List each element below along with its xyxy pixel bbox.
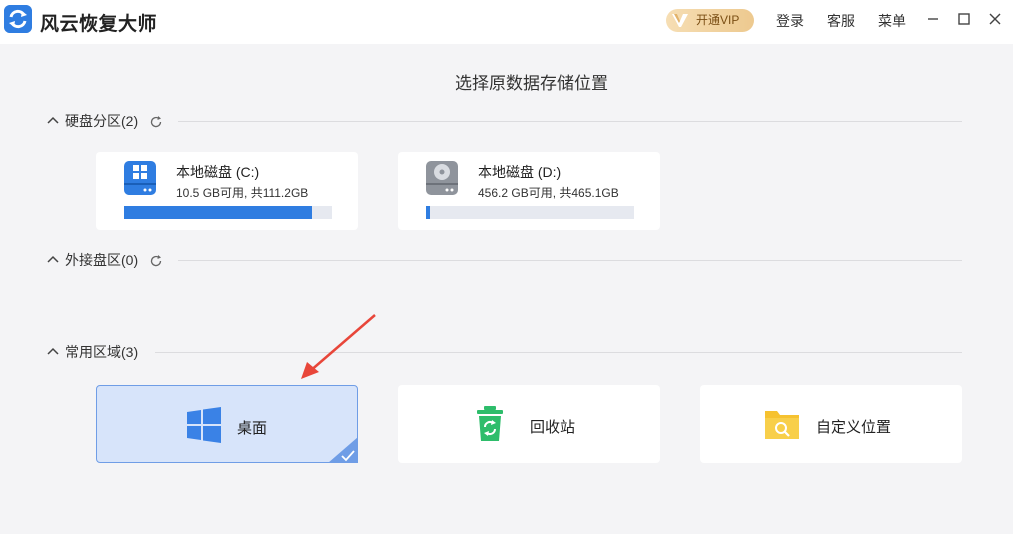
location-recycle-bin[interactable]: 回收站: [398, 385, 660, 463]
page-title: 选择原数据存储位置: [455, 74, 608, 93]
windows-drive-icon: [124, 161, 156, 195]
drive-size: 10.5 GB可用, 共111.2GB: [176, 186, 309, 200]
annotation-arrow: [301, 314, 376, 379]
drive-name: 本地磁盘 (C:): [176, 164, 260, 180]
drive-card-c[interactable]: 本地磁盘 (C:) 10.5 GB可用, 共111.2GB: [96, 152, 358, 230]
vip-label: 开通VIP: [696, 13, 740, 27]
minimize-icon[interactable]: [925, 11, 941, 27]
location-label: 自定义位置: [816, 419, 892, 436]
refresh-icon[interactable]: [149, 115, 163, 129]
drive-size: 456.2 GB可用, 共465.1GB: [478, 186, 619, 200]
section-disk-header[interactable]: 硬盘分区(2): [46, 111, 176, 131]
drive-usage-bar: [426, 206, 634, 219]
location-label: 回收站: [530, 419, 576, 436]
drive-usage-fill: [426, 206, 430, 219]
section-divider: [178, 121, 962, 122]
section-external-label: 外接盘区(0): [65, 252, 139, 268]
chevron-up-icon: [47, 116, 59, 124]
refresh-icon[interactable]: [149, 254, 163, 268]
service-button[interactable]: 客服: [827, 11, 855, 31]
checkmark-icon: [328, 437, 358, 463]
drive-usage-bar: [124, 206, 332, 219]
hard-drive-icon: [426, 161, 458, 195]
section-divider: [155, 352, 962, 353]
section-common-header[interactable]: 常用区域(3): [46, 342, 156, 362]
location-custom[interactable]: 自定义位置: [700, 385, 962, 463]
login-button[interactable]: 登录: [776, 11, 804, 31]
location-label: 桌面: [237, 420, 268, 437]
title-bar: 风云恢复大师 开通VIP 登录 客服 菜单: [0, 0, 1013, 44]
windows-icon: [187, 407, 221, 443]
drive-card-d[interactable]: 本地磁盘 (D:) 456.2 GB可用, 共465.1GB: [398, 152, 660, 230]
maximize-icon[interactable]: [956, 11, 972, 27]
drive-name: 本地磁盘 (D:): [478, 164, 562, 180]
app-title: 风云恢复大师: [40, 14, 158, 35]
folder-search-icon: [765, 411, 799, 439]
vip-badge-icon: [672, 14, 688, 27]
chevron-up-icon: [47, 347, 59, 355]
drive-usage-fill: [124, 206, 313, 219]
vip-button[interactable]: 开通VIP: [666, 9, 754, 32]
section-disk-label: 硬盘分区(2): [65, 113, 139, 129]
menu-button[interactable]: 菜单: [878, 11, 906, 31]
recycle-bin-icon: [477, 406, 503, 441]
close-icon[interactable]: [987, 11, 1003, 27]
section-divider: [178, 260, 962, 261]
location-desktop[interactable]: 桌面: [96, 385, 358, 463]
app-logo-icon: [4, 5, 32, 33]
section-common-label: 常用区域(3): [65, 344, 139, 360]
chevron-up-icon: [47, 255, 59, 263]
section-external-header[interactable]: 外接盘区(0): [46, 250, 176, 270]
